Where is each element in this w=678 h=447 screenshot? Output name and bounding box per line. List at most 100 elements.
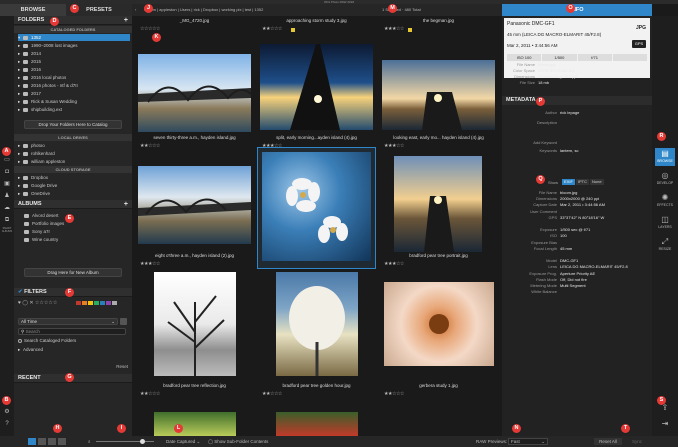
thumbnail-cell[interactable]: gerbera study 1.jpg ★★☆☆☆ xyxy=(380,270,497,397)
thumbnail-cell[interactable]: bradford pear tree golden hour.jpg ★★☆☆☆ xyxy=(258,270,375,397)
rating-stars[interactable]: ★★★☆☆ xyxy=(384,143,404,149)
gear-icon[interactable]: ⚙ xyxy=(2,408,12,416)
thumbnail-image[interactable] xyxy=(154,412,236,436)
folder-item[interactable]: ▾ 1352 xyxy=(18,34,130,41)
rating-stars[interactable]: ★★★☆☆ xyxy=(140,261,160,267)
back-icon[interactable]: ‹ xyxy=(135,4,136,16)
rating-stars[interactable]: ★★☆☆☆ xyxy=(140,391,160,397)
monitor-icon[interactable]: ▭ xyxy=(2,156,12,164)
rating-stars[interactable]: ☆☆☆☆☆ xyxy=(140,26,160,32)
album-item[interactable]: Portfolio images xyxy=(24,220,136,227)
thumbnail-image[interactable] xyxy=(276,412,358,436)
module-resize[interactable]: ⤢ RESIZE xyxy=(655,236,675,254)
drive-item[interactable]: ▸ william appleston xyxy=(18,158,130,165)
tab-browse[interactable]: BROWSE xyxy=(0,4,66,16)
advanced-toggle[interactable]: ▸ Advanced xyxy=(18,346,130,353)
folder-item[interactable]: ▸ 2016 xyxy=(18,66,130,73)
thumbnail-cell[interactable]: eight o'three a.m., hayden island (2).jp… xyxy=(136,152,253,270)
image-icon[interactable]: ▣ xyxy=(2,180,12,188)
album-item[interactable]: Sony a7r xyxy=(24,228,136,235)
color-swatch[interactable] xyxy=(94,301,99,305)
sort-select[interactable]: Date Captured ⌄ xyxy=(166,436,200,447)
drive-item[interactable]: ▸ rohlkenhard xyxy=(18,150,130,157)
cloud-item[interactable]: ▸ OneDrive xyxy=(18,190,130,197)
folder-item[interactable]: ▸ shipbuilding.ext xyxy=(18,106,130,113)
search-cataloged-toggle[interactable]: Search Cataloged Folders xyxy=(18,337,130,344)
module-develop[interactable]: ◎ DEVELOP xyxy=(655,170,675,188)
keywords-field[interactable]: Keywords lantern, sc xyxy=(504,148,650,154)
iptc-tab[interactable]: IPTC xyxy=(575,179,590,185)
color-swatch[interactable] xyxy=(112,301,117,305)
color-swatch[interactable] xyxy=(76,301,81,305)
module-layers[interactable]: ◫ LAYERS xyxy=(655,214,675,232)
color-swatch[interactable] xyxy=(82,301,87,305)
reset-all-button[interactable]: Reset All xyxy=(594,438,622,445)
camera-icon[interactable]: ◘ xyxy=(2,168,12,176)
add-folder-icon[interactable]: + xyxy=(124,16,128,25)
color-swatch[interactable] xyxy=(88,301,93,305)
add-keyword-field[interactable]: Add Keyword xyxy=(504,140,650,146)
thumbnail-cell[interactable]: bradford pear tree portrait.jpg ★★★☆☆ xyxy=(380,152,497,270)
album-item[interactable]: Alvord desert xyxy=(24,212,136,219)
calendar-icon[interactable] xyxy=(120,318,127,325)
rating-stars[interactable]: ★★☆☆☆ xyxy=(262,391,282,397)
checkmark-icon[interactable]: ✔ xyxy=(18,289,23,295)
cloud-icon[interactable]: ☁ xyxy=(2,204,12,212)
filmstrip-view-icon[interactable] xyxy=(38,438,46,445)
color-label-filter[interactable] xyxy=(76,301,117,305)
thumbnail-cell-selected[interactable] xyxy=(257,147,376,269)
add-album-icon[interactable]: + xyxy=(124,200,128,209)
author-field[interactable]: Author rick lepage xyxy=(504,110,650,116)
module-browse[interactable]: ▤ BROWSE xyxy=(655,148,675,166)
cloud-item[interactable]: ▸ Dropbox xyxy=(18,174,130,181)
rating-filter[interactable]: ♥ ◯ ✕ ☆☆☆☆☆ xyxy=(18,300,57,306)
rating-stars[interactable]: ★★☆☆☆ xyxy=(384,391,404,397)
album-item[interactable]: Wine country xyxy=(24,236,136,243)
reset-filters-button[interactable]: Reset xyxy=(116,364,128,369)
description-field[interactable]: Description xyxy=(504,120,650,126)
thumbnail-size-slider[interactable] xyxy=(96,441,154,442)
color-swatch[interactable] xyxy=(106,301,111,305)
time-filter-select[interactable]: All Time ⌄ xyxy=(18,318,118,325)
folder-item[interactable]: ▸ Rick & Susan Wedding xyxy=(18,98,130,105)
rating-stars[interactable]: ★★☆☆☆ xyxy=(140,143,160,149)
smart-albums-icon[interactable]: ⧉ xyxy=(2,216,12,224)
drive-item[interactable]: ▸ photoo xyxy=(18,142,130,149)
raw-previews-select[interactable]: Fast ⌄ xyxy=(508,438,548,445)
search-input[interactable]: ⚲ Search xyxy=(18,328,126,335)
export-button[interactable]: ⇥ xyxy=(655,418,675,436)
cloud-item[interactable]: ▸ Google Drive xyxy=(18,182,130,189)
folder-item[interactable]: ▸ 2017 xyxy=(18,90,130,97)
detail-view-icon[interactable] xyxy=(48,438,56,445)
info-tab[interactable]: INFO xyxy=(502,4,652,16)
people-icon[interactable]: ♟ xyxy=(2,192,12,200)
breadcrumb-path[interactable]: william | appleston | Users | rick | Dro… xyxy=(144,7,263,12)
folder-item[interactable]: ▸ 1990–2008 lost images xyxy=(18,42,130,49)
thumbnail-cell[interactable]: split, early morning...ayden island (4).… xyxy=(258,40,375,158)
rating-stars[interactable]: ★★★☆☆ xyxy=(384,26,404,32)
help-icon[interactable]: ? xyxy=(2,420,12,428)
zoom-out-icon[interactable]: ⌕ xyxy=(88,436,91,447)
folder-item[interactable]: ▸ 2016 photos - ntf & d7II xyxy=(18,82,130,89)
exif-tab[interactable]: EXIF xyxy=(562,179,575,185)
thumbnail-cell[interactable]: bradford pear tree reflection.jpg ★★☆☆☆ xyxy=(136,270,253,397)
color-swatch[interactable] xyxy=(100,301,105,305)
folder-item[interactable]: ▸ 2016 local photos xyxy=(18,74,130,81)
none-tab[interactable]: None xyxy=(590,179,604,185)
folder-item[interactable]: ▸ 2014 xyxy=(18,50,130,57)
sync-button[interactable]: Sync xyxy=(626,438,648,445)
thumbnail-name: split, early morning...ayden island (4).… xyxy=(276,135,357,140)
compare-view-icon[interactable] xyxy=(58,438,66,445)
rating-stars[interactable]: ★★☆☆☆ xyxy=(262,26,282,32)
annotation-badge: T xyxy=(621,424,630,433)
catalog-drop-zone[interactable]: Drop Your Folders Here to Catalog xyxy=(24,120,122,129)
folder-item[interactable]: ▸ 2015 xyxy=(18,58,130,65)
module-effects[interactable]: ✺ EFFECTS xyxy=(655,192,675,210)
rating-stars[interactable]: ★★★☆☆ xyxy=(384,261,404,267)
subfolder-toggle[interactable]: ◯ Show Sub-Folder Contents xyxy=(208,436,268,447)
thumbnail-cell[interactable]: seven thirty-three a.m., hayden island.j… xyxy=(136,40,253,158)
thumbnail-cell[interactable]: looking east, early mo... hayden island … xyxy=(380,40,497,158)
album-drop-zone[interactable]: Drag Here for New Album xyxy=(24,268,122,277)
grid-view-icon[interactable] xyxy=(28,438,36,445)
slider-handle[interactable] xyxy=(140,439,145,444)
